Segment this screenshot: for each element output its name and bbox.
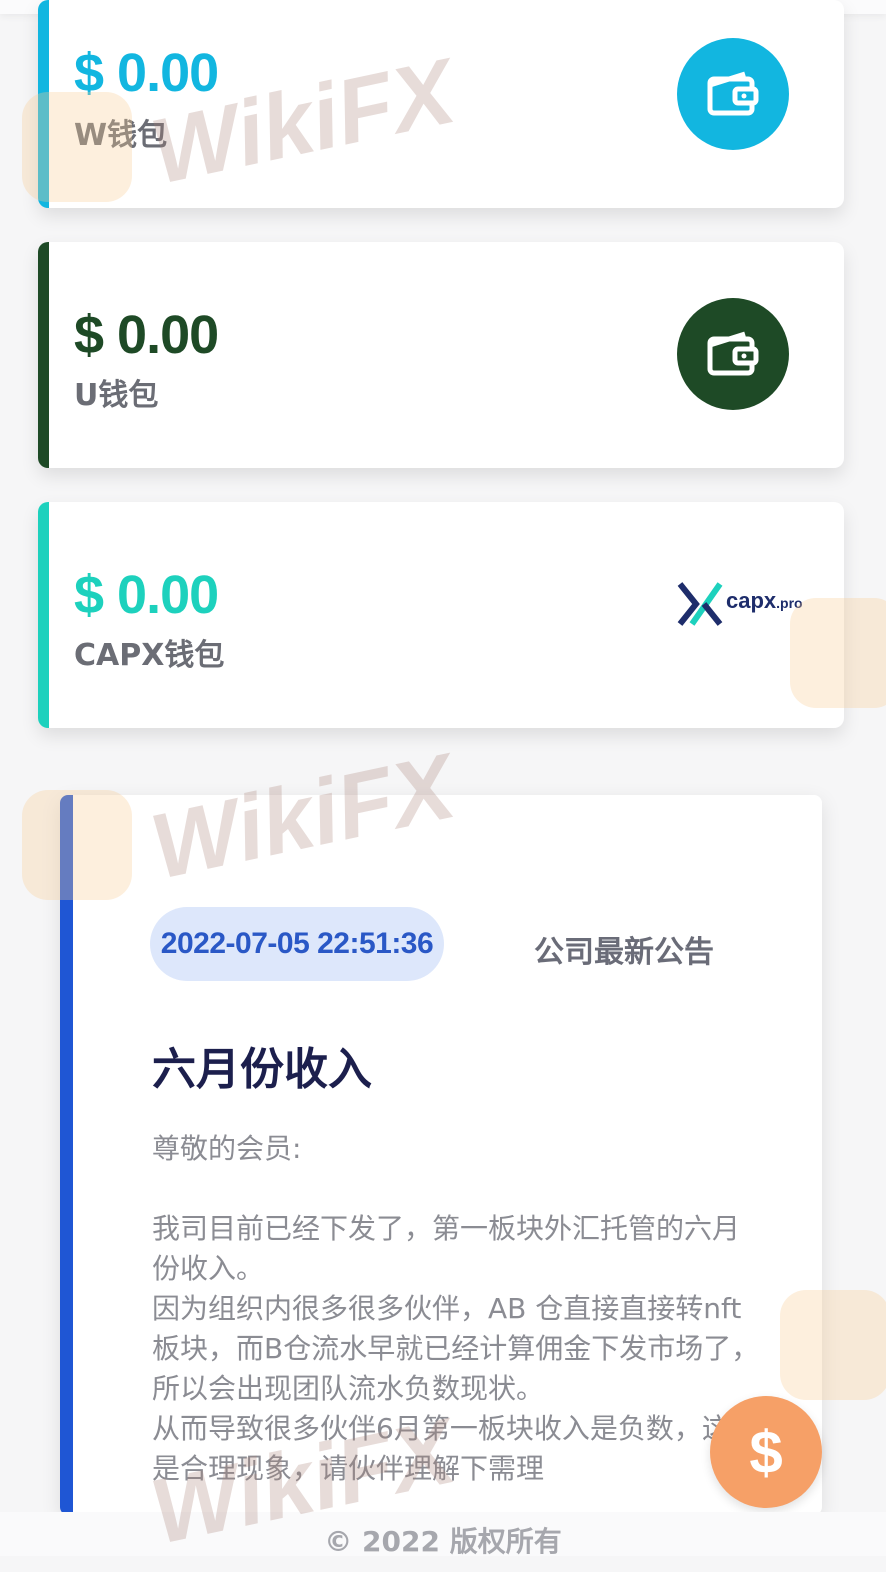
wallet-label: W钱包 <box>74 118 168 153</box>
announcement-paragraph: 从而导致很多伙伴6月第一板块收入是负数，这个是合理现象，请伙伴理解下需理 <box>152 1412 758 1485</box>
wallet-card-capx[interactable]: $ 0.00 CAPX钱包 capx.pro <box>38 502 844 728</box>
wallet-accent-bar <box>38 242 49 468</box>
wallet-label: U钱包 <box>74 378 159 413</box>
wallet-card-u[interactable]: $ 0.00 U钱包 <box>38 242 844 468</box>
wallet-label: CAPX钱包 <box>74 638 225 673</box>
announcement-date: 2022-07-05 22:51:36 <box>150 907 444 981</box>
capx-x-icon <box>677 582 723 626</box>
announcement-title: 六月份收入 <box>152 1044 372 1095</box>
wallet-amount: $ 0.00 <box>74 565 219 625</box>
announcement-paragraph: 我司目前已经下发了，第一板块外汇托管的六月份收入。 <box>152 1212 741 1285</box>
footer-copyright: © 2022 版权所有 <box>0 1512 886 1558</box>
announcement-tag: 公司最新公告 <box>534 935 714 970</box>
wallet-icon[interactable] <box>677 38 789 150</box>
wallet-icon[interactable] <box>677 298 789 410</box>
dollar-fab-button[interactable]: $ <box>710 1396 822 1508</box>
wallet-amount: $ 0.00 <box>74 305 219 365</box>
announcement-body: 尊敬的会员: 我司目前已经下发了，第一板块外汇托管的六月份收入。 因为组织内很多… <box>152 1129 762 1489</box>
capx-brand: capx <box>726 588 777 613</box>
announcement-paragraph: 因为组织内很多很多伙伴，AB 仓直接直接转nft 板块，而B仓流水早就已经计算佣… <box>152 1292 760 1405</box>
wallet-accent-bar <box>38 0 49 208</box>
capx-logo-text: capx.pro <box>726 588 803 614</box>
announcement-greeting: 尊敬的会员: <box>152 1132 302 1165</box>
announcement-accent-bar <box>60 795 73 1515</box>
wallet-card-w[interactable]: $ 0.00 W钱包 <box>38 0 844 208</box>
announcement-card: 2022-07-05 22:51:36 公司最新公告 六月份收入 尊敬的会员: … <box>60 795 822 1515</box>
capx-logo: capx.pro <box>676 580 826 630</box>
wallet-accent-bar <box>38 502 49 728</box>
capx-suffix: .pro <box>776 595 803 611</box>
wallet-amount: $ 0.00 <box>74 43 219 103</box>
